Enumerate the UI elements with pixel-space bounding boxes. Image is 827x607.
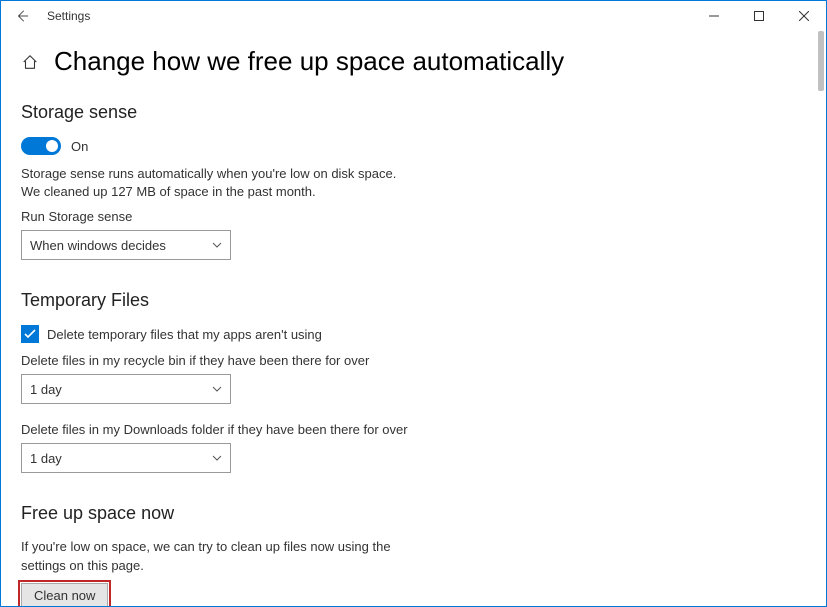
downloads-select[interactable]: 1 day — [21, 443, 231, 473]
window-controls — [691, 1, 826, 31]
delete-temp-files-label: Delete temporary files that my apps aren… — [47, 327, 322, 342]
chevron-down-icon — [212, 239, 222, 251]
storage-sense-section: Storage sense On Storage sense runs auto… — [21, 102, 806, 260]
run-storage-sense-value: When windows decides — [30, 238, 166, 253]
recycle-bin-label: Delete files in my recycle bin if they h… — [21, 353, 806, 368]
downloads-value: 1 day — [30, 451, 62, 466]
scrollbar[interactable] — [818, 31, 824, 91]
delete-temp-files-row: Delete temporary files that my apps aren… — [21, 325, 806, 343]
recycle-bin-value: 1 day — [30, 382, 62, 397]
clean-now-button[interactable]: Clean now — [21, 583, 108, 606]
settings-window: Settings Change how we free up space aut… — [0, 0, 827, 607]
chevron-down-icon — [212, 383, 222, 395]
delete-temp-files-checkbox[interactable] — [21, 325, 39, 343]
page-header: Change how we free up space automaticall… — [21, 46, 806, 77]
run-storage-sense-label: Run Storage sense — [21, 209, 806, 224]
temporary-files-heading: Temporary Files — [21, 290, 806, 311]
free-up-space-heading: Free up space now — [21, 503, 806, 524]
storage-sense-toggle-row: On — [21, 137, 806, 155]
recycle-bin-select[interactable]: 1 day — [21, 374, 231, 404]
storage-sense-heading: Storage sense — [21, 102, 806, 123]
home-icon[interactable] — [21, 53, 39, 71]
close-button[interactable] — [781, 1, 826, 31]
page-title: Change how we free up space automaticall… — [54, 46, 564, 77]
temporary-files-section: Temporary Files Delete temporary files t… — [21, 290, 806, 473]
storage-sense-toggle-label: On — [71, 139, 88, 154]
back-button[interactable] — [7, 1, 37, 31]
storage-sense-desc: Storage sense runs automatically when yo… — [21, 165, 806, 201]
downloads-label: Delete files in my Downloads folder if t… — [21, 422, 806, 437]
minimize-button[interactable] — [691, 1, 736, 31]
titlebar: Settings — [1, 1, 826, 31]
window-title: Settings — [47, 9, 90, 23]
storage-sense-toggle[interactable] — [21, 137, 61, 155]
run-storage-sense-select[interactable]: When windows decides — [21, 230, 231, 260]
maximize-button[interactable] — [736, 1, 781, 31]
free-up-space-desc: If you're low on space, we can try to cl… — [21, 538, 391, 574]
chevron-down-icon — [212, 452, 222, 464]
content-area: Change how we free up space automaticall… — [1, 31, 826, 606]
free-up-space-section: Free up space now If you're low on space… — [21, 503, 806, 606]
